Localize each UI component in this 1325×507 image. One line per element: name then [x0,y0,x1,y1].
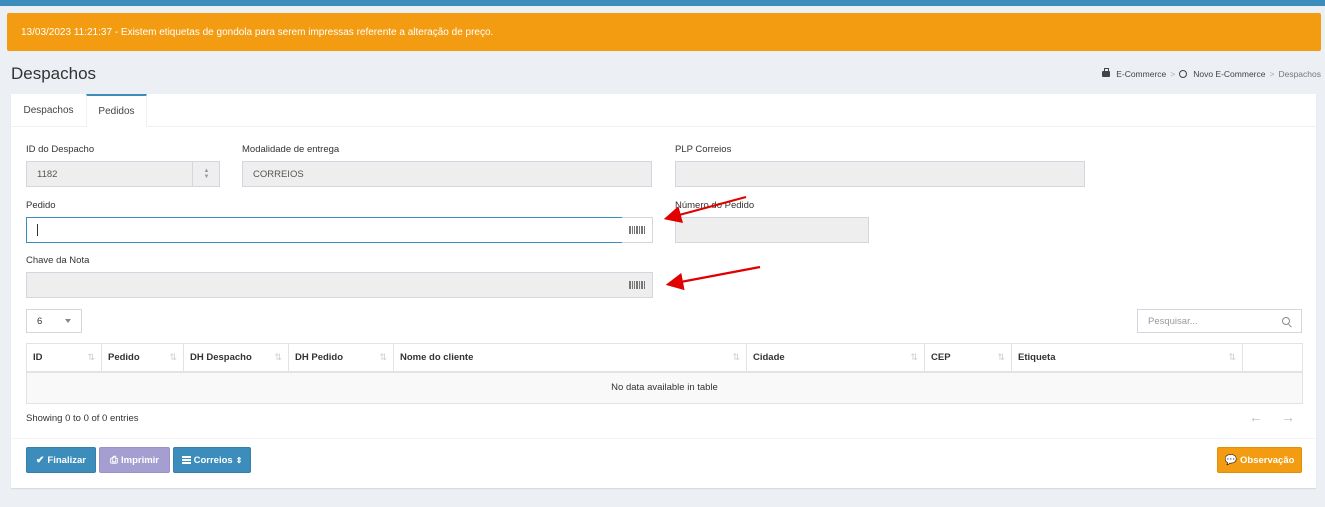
column-header-cidade[interactable]: Cidade ⇅ [746,343,925,373]
empty-table-message: No data available in table [26,371,1303,404]
dispatch-panel: Despachos Pedidos ID do Despacho 1182 ▲ … [11,94,1316,488]
breadcrumb-despachos: Despachos [1278,69,1321,79]
id-despacho-value: 1182 [37,168,58,180]
id-despacho-field: 1182 [26,161,220,187]
page-length-value: 6 [37,315,43,327]
shopping-bag-icon [1102,68,1111,77]
chevron-down-icon [65,319,71,323]
pedido-label: Pedido [26,200,56,211]
barcode-icon [629,226,645,234]
modalidade-label: Modalidade de entrega [242,144,340,155]
printer-icon: ⎙ [109,454,118,466]
pedido-barcode-button[interactable] [622,217,653,243]
column-header-cep[interactable]: CEP ⇅ [924,343,1012,373]
footer-divider [11,438,1316,439]
page-length-select[interactable]: 6 [26,309,82,333]
column-header-pedido[interactable]: Pedido ⇅ [101,343,184,373]
sort-icon: ⇅ [169,352,177,362]
plp-field [675,161,1085,187]
page-title: Despachos [11,64,97,83]
modalidade-field: CORREIOS [242,161,652,187]
chave-nota-barcode-button[interactable] [622,272,653,298]
table-row: No data available in table [26,371,1303,404]
table-info: Showing 0 to 0 of 0 entries [26,413,139,424]
chave-nota-label: Chave da Nota [26,255,90,266]
column-header-actions [1242,343,1303,373]
observacao-button[interactable]: 💬 Observação [1217,447,1302,473]
price-change-alert: 13/03/2023 11:21:37 - Existem etiquetas … [7,13,1321,51]
sort-icon: ⇅ [997,352,1005,362]
table-header-row: ID ⇅ Pedido ⇅ DH Despacho ⇅ DH Pedido ⇅ Nome… [26,343,1303,373]
search-icon [1282,316,1291,326]
column-header-nome-cliente[interactable]: Nome do cliente ⇅ [393,343,747,373]
search-input[interactable]: Pesquisar... [1137,309,1302,333]
chave-nota-field [26,272,623,298]
next-page-button[interactable]: → [1281,409,1295,425]
barcode-icon [629,281,645,289]
sort-icon: ⇅ [732,352,740,362]
id-despacho-stepper[interactable]: ▲ ▼ [192,161,220,187]
tab-pedidos[interactable]: Pedidos [86,94,147,127]
breadcrumb-separator: > [1170,69,1176,79]
column-header-dh-pedido[interactable]: DH Pedido ⇅ [288,343,394,373]
finalizar-button[interactable]: ✔ Finalizar [26,447,96,473]
breadcrumb-novo-ecommerce[interactable]: Novo E-Commerce [1193,69,1265,79]
tab-bar: Despachos Pedidos [11,94,1316,127]
circle-icon [1179,70,1188,78]
breadcrumb: E-Commerce > Novo E-Commerce > Despachos [1102,68,1321,79]
sort-icon: ⇅ [379,352,387,362]
tab-despachos[interactable]: Despachos [11,94,86,126]
breadcrumb-separator: > [1269,69,1275,79]
alert-text: 13/03/2023 11:21:37 - Existem etiquetas … [21,26,494,38]
numero-pedido-label: Número do Pedido [675,200,755,211]
breadcrumb-ecommerce[interactable]: E-Commerce [1116,69,1166,79]
text-cursor [37,224,38,236]
column-header-dh-despacho[interactable]: DH Despacho ⇅ [183,343,289,373]
sort-icon: ⇅ [274,352,282,362]
correios-dropdown-button[interactable]: Correios ⇕ [173,447,251,473]
sort-icon: ⇅ [1228,352,1236,362]
column-header-id[interactable]: ID ⇅ [26,343,102,373]
numero-pedido-field [675,217,869,243]
sort-icon: ⇅ [87,352,95,362]
previous-page-button[interactable]: ← [1249,409,1263,425]
pedido-input[interactable] [26,217,623,243]
sort-icon: ⇅ [910,352,918,362]
check-icon: ✔ [36,454,45,466]
orders-table: ID ⇅ Pedido ⇅ DH Despacho ⇅ DH Pedido ⇅ Nome… [26,343,1303,404]
top-bar [0,0,1325,6]
list-icon [181,456,191,464]
imprimir-button[interactable]: ⎙ Imprimir [99,447,170,473]
column-header-etiqueta[interactable]: Etiqueta ⇅ [1011,343,1243,373]
plp-label: PLP Correios [675,144,732,155]
sort-caret-icon: ⇕ [235,455,243,465]
stepper-down-icon[interactable]: ▼ [204,174,210,180]
modalidade-value: CORREIOS [253,168,304,180]
comment-icon: 💬 [1224,454,1238,466]
search-placeholder: Pesquisar... [1148,315,1198,327]
id-despacho-label: ID do Despacho [26,144,95,155]
